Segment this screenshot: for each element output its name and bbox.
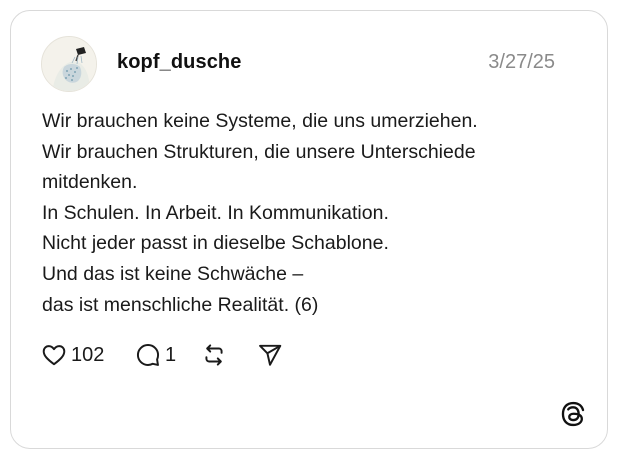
comment-icon [136, 344, 160, 366]
post-line: Und das ist keine Schwäche – [42, 262, 304, 285]
post-text: Wir brauchen keine Systeme, die uns umer… [42, 106, 582, 320]
heart-icon [42, 345, 66, 366]
like-count: 102 [71, 343, 105, 366]
threads-logo [561, 401, 585, 427]
post-line: Nicht jeder passt in dieselbe Schablone. [42, 232, 389, 255]
avatar[interactable] [41, 36, 97, 92]
share-button[interactable] [257, 342, 283, 368]
post-line: Wir brauchen Strukturen, die unsere Unte… [42, 140, 476, 163]
like-button[interactable]: 102 [41, 342, 104, 368]
threads-logo-icon[interactable] [559, 400, 587, 428]
post-line: das ist menschliche Realität. (6) [42, 293, 319, 316]
reply-button[interactable]: 1 [135, 342, 176, 368]
avatar-illustration-icon [42, 37, 96, 91]
username[interactable]: kopf_dusche [117, 51, 241, 74]
send-icon [259, 344, 282, 366]
post-line: mitdenken. [42, 171, 138, 194]
repost-icon [205, 344, 223, 366]
post-card[interactable]: kopf_dusche 3/27/25 Wir brauchen keine S… [10, 10, 608, 449]
post-date: 3/27/25 [488, 51, 555, 73]
post-line: In Schulen. In Arbeit. In Kommunikation. [42, 201, 389, 224]
post-line: Wir brauchen keine Systeme, die uns umer… [42, 110, 478, 132]
repost-button[interactable] [201, 342, 227, 368]
reply-count: 1 [165, 343, 177, 366]
